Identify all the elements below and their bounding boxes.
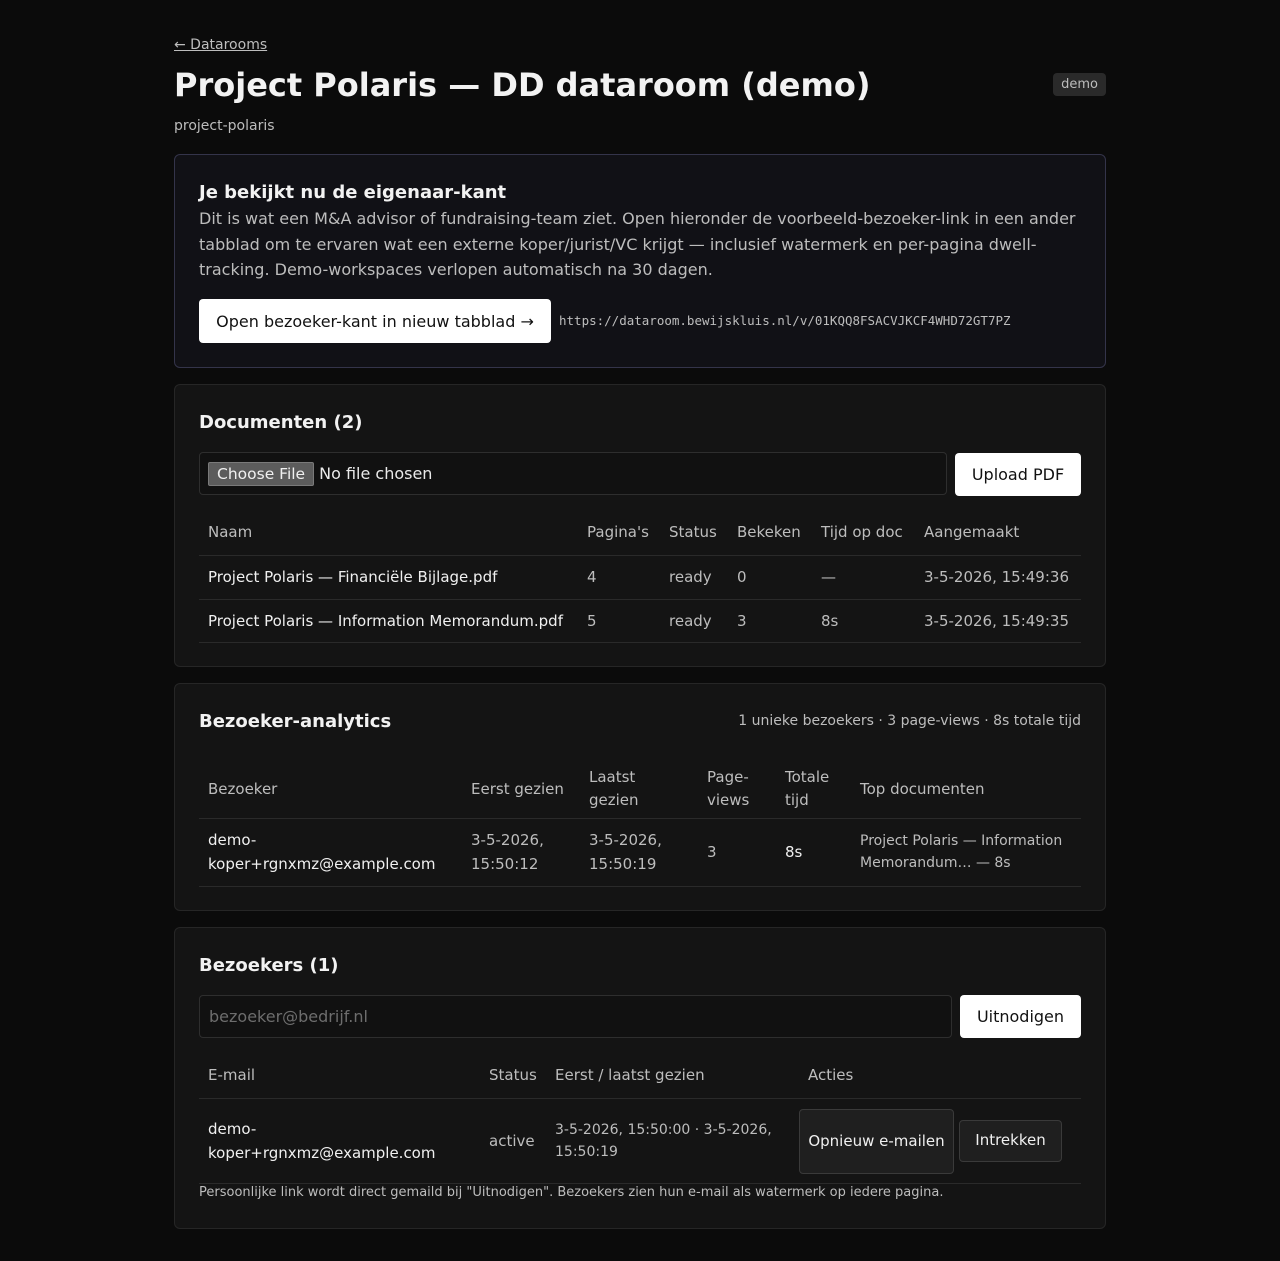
view-count: 3 (737, 611, 747, 630)
column-header: Eerst gezien (471, 779, 564, 798)
total-time: 8s (785, 843, 803, 861)
column-header: Acties (808, 1066, 854, 1085)
column-header: Eerst / laatst gezien (555, 1066, 705, 1085)
column-header: Naam (208, 523, 253, 542)
column-header: Bezoeker (208, 779, 278, 798)
column-header: Pagina's (587, 523, 649, 542)
document-name[interactable]: Project Polaris — Financiële Bijlage.pdf (199, 555, 578, 599)
table-header-row: Naam Pagina's Status Bekeken Tijd op doc… (199, 511, 1081, 555)
file-status: No file chosen (319, 464, 433, 483)
last-seen: 3-5-2026, 15:50:19 (589, 831, 662, 873)
owner-notice-card: Je bekijkt nu de eigenaar-kant Dit is wa… (174, 154, 1106, 368)
status: ready (669, 611, 712, 630)
page-title: Project Polaris — DD dataroom (demo) (174, 66, 871, 104)
back-to-datarooms-link[interactable]: ← Datarooms (174, 37, 267, 53)
revoke-button[interactable]: Intrekken (959, 1119, 1062, 1162)
time-on-doc: — (821, 568, 836, 586)
visitor-status: active (489, 1131, 535, 1150)
dataroom-slug: project-polaris (174, 118, 275, 134)
table-row[interactable]: demo-koper+rgnxmz@example.com active 3-5… (199, 1098, 1081, 1183)
visitors-card: Bezoekers (1) bezoeker@bedrijf.nl Uitnod… (174, 927, 1106, 1229)
visitor-email: demo-koper+rgnxmz@example.com (208, 1119, 436, 1162)
column-header: Bekeken (737, 523, 801, 542)
column-header: Totale tijd (785, 768, 830, 810)
open-visitor-side-button[interactable]: Open bezoeker-kant in nieuw tabblad → (199, 299, 551, 343)
invite-button[interactable]: Uitnodigen (960, 995, 1081, 1038)
analytics-summary: 1 unieke bezoekers · 3 page-views · 8s t… (738, 713, 1081, 729)
documents-table: Naam Pagina's Status Bekeken Tijd op doc… (199, 511, 1081, 643)
created-at: 3-5-2026, 15:49:36 (924, 568, 1069, 586)
documents-heading: Documenten (2) (199, 412, 363, 433)
page-count: 5 (587, 611, 597, 630)
analytics-table: Bezoeker Eerst gezien Laatst gezien Page… (199, 761, 1081, 887)
column-header: Laatst gezien (589, 768, 639, 810)
visitor-url[interactable]: https://dataroom.bewijskluis.nl/v/01KQQ8… (559, 313, 1011, 328)
table-row[interactable]: demo-koper+rgnxmz@example.com 3-5-2026, … (199, 818, 1081, 886)
column-header: Aangemaakt (924, 523, 1020, 542)
view-count: 0 (737, 568, 747, 586)
owner-notice-body: Dit is wat een M&A advisor of fundraisin… (199, 209, 1076, 279)
file-input[interactable]: Choose File No file chosen (199, 452, 947, 495)
demo-badge: demo (1053, 73, 1106, 96)
status: ready (669, 568, 712, 586)
visitor-email: demo-koper+rgnxmz@example.com (208, 831, 436, 873)
time-on-doc: 8s (821, 611, 839, 630)
column-header: E-mail (208, 1066, 256, 1085)
table-row[interactable]: Project Polaris — Financiële Bijlage.pdf… (199, 555, 1081, 599)
visitor-email-input[interactable]: bezoeker@bedrijf.nl (199, 995, 952, 1038)
upload-pdf-button[interactable]: Upload PDF (955, 453, 1081, 496)
visitor-seen: 3-5-2026, 15:50:00 · 3-5-2026, 15:50:19 (555, 1121, 772, 1160)
owner-notice-heading: Je bekijkt nu de eigenaar-kant (199, 182, 507, 203)
column-header: Status (489, 1066, 537, 1085)
analytics-card: Bezoeker-analytics 1 unieke bezoekers · … (174, 683, 1106, 911)
visitor-actions: Opnieuw e-mailen Intrekken (799, 1098, 1081, 1183)
document-name[interactable]: Project Polaris — Information Memorandum… (199, 599, 578, 642)
resend-email-button[interactable]: Opnieuw e-mailen (799, 1108, 954, 1174)
documents-card: Documenten (2) Choose File No file chose… (174, 384, 1106, 667)
table-header-row: Bezoeker Eerst gezien Laatst gezien Page… (199, 761, 1081, 818)
first-seen: 3-5-2026, 15:50:12 (471, 831, 544, 873)
invite-note: Persoonlijke link wordt direct gemaild b… (199, 1185, 944, 1200)
analytics-heading: Bezoeker-analytics (199, 711, 392, 732)
top-documents: Project Polaris — Information Memorandum… (860, 833, 1063, 871)
page-count: 4 (587, 568, 597, 586)
visitors-table: E-mail Status Eerst / laatst gezien Acti… (199, 1054, 1081, 1184)
column-header: Status (669, 523, 717, 542)
visitors-heading: Bezoekers (1) (199, 955, 339, 976)
column-header: Page-views (707, 768, 750, 810)
created-at: 3-5-2026, 15:49:35 (924, 611, 1069, 630)
table-header-row: E-mail Status Eerst / laatst gezien Acti… (199, 1054, 1081, 1098)
column-header: Tijd op doc (821, 523, 903, 542)
choose-file-button[interactable]: Choose File (208, 461, 315, 486)
column-header: Top documenten (860, 779, 985, 798)
page-views: 3 (707, 843, 717, 861)
table-row[interactable]: Project Polaris — Information Memorandum… (199, 599, 1081, 642)
